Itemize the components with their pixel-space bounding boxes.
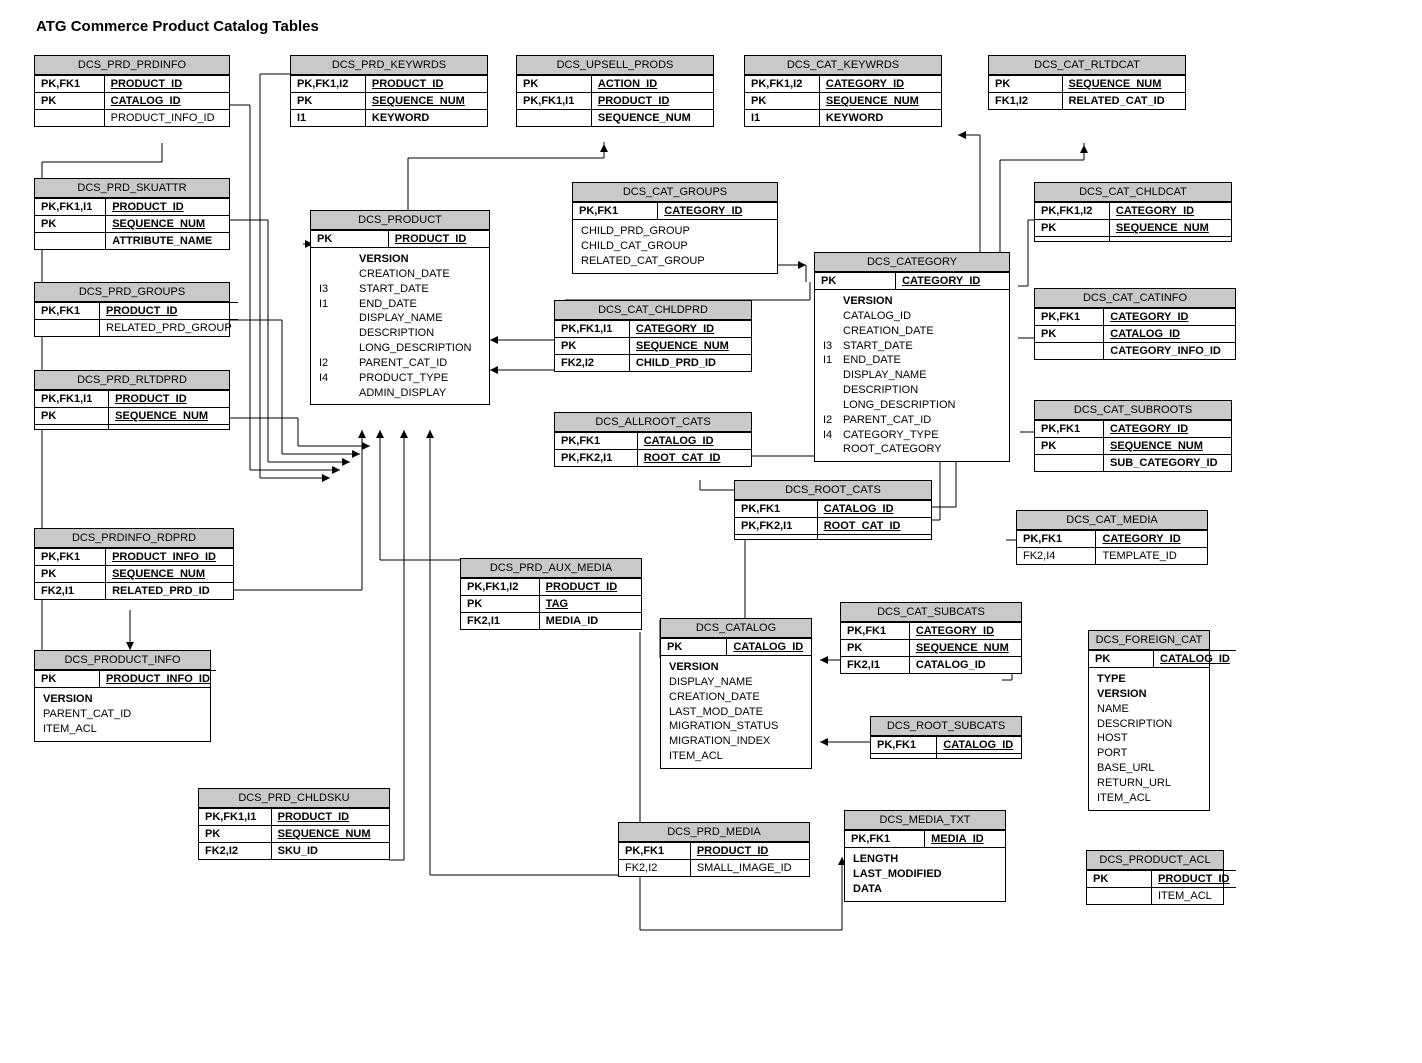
table-prd_groups: DCS_PRD_GROUPSPK,FK1PRODUCT_IDRELATED_PR… — [34, 282, 230, 337]
table-cat_keywrds: DCS_CAT_KEYWRDSPK,FK1,I2CATEGORY_IDPKSEQ… — [744, 55, 942, 127]
table-product_acl: DCS_PRODUCT_ACLPKPRODUCT_IDITEM_ACL — [1086, 850, 1224, 905]
table-foreign_cat: DCS_FOREIGN_CATPKCATALOG_IDTYPEVERSIONNA… — [1088, 630, 1210, 811]
page-title: ATG Commerce Product Catalog Tables — [36, 18, 1386, 35]
table-header: DCS_PRD_CHLDSKU — [199, 789, 389, 808]
table-cat_subcats: DCS_CAT_SUBCATSPK,FK1CATEGORY_IDPKSEQUEN… — [840, 602, 1022, 674]
table-prd_media: DCS_PRD_MEDIAPK,FK1PRODUCT_IDFK2,I2SMALL… — [618, 822, 810, 877]
table-header: DCS_ALLROOT_CATS — [555, 413, 751, 432]
table-cat_subroots: DCS_CAT_SUBROOTSPK,FK1CATEGORY_IDPKSEQUE… — [1034, 400, 1232, 472]
table-dcs_catalog: DCS_CATALOGPKCATALOG_IDVERSIONDISPLAY_NA… — [660, 618, 812, 769]
table-header: DCS_CAT_RLTDCAT — [989, 56, 1185, 75]
table-header: DCS_CATALOG — [661, 619, 811, 638]
table-header: DCS_PRD_PRDINFO — [35, 56, 229, 75]
table-product_info: DCS_PRODUCT_INFOPKPRODUCT_INFO_IDVERSION… — [34, 650, 211, 742]
table-prd_aux_media: DCS_PRD_AUX_MEDIAPK,FK1,I2PRODUCT_IDPKTA… — [460, 558, 642, 630]
table-prdinfo_rdprd: DCS_PRDINFO_RDPRDPK,FK1PRODUCT_INFO_IDPK… — [34, 528, 234, 600]
table-header: DCS_UPSELL_PRODS — [517, 56, 713, 75]
table-header: DCS_CAT_CHLDCAT — [1035, 183, 1231, 202]
table-media_txt: DCS_MEDIA_TXTPK,FK1MEDIA_IDLENGTHLAST_MO… — [844, 810, 1006, 902]
table-dcs_product: DCS_PRODUCTPKPRODUCT_IDVERSIONCREATION_D… — [310, 210, 490, 405]
table-header: DCS_CAT_GROUPS — [573, 183, 777, 202]
table-prd_chldsku: DCS_PRD_CHLDSKUPK,FK1,I1PRODUCT_IDPKSEQU… — [198, 788, 390, 860]
table-header: DCS_CAT_SUBCATS — [841, 603, 1021, 622]
table-header: DCS_CAT_SUBROOTS — [1035, 401, 1231, 420]
table-prd_prdinfo: DCS_PRD_PRDINFOPK,FK1PRODUCT_IDPKCATALOG… — [34, 55, 230, 127]
table-cat_rltdcat: DCS_CAT_RLTDCATPKSEQUENCE_NUMFK1,I2RELAT… — [988, 55, 1186, 110]
table-header: DCS_PRD_SKUATTR — [35, 179, 229, 198]
table-header: DCS_FOREIGN_CAT — [1089, 631, 1209, 650]
table-cat_media: DCS_CAT_MEDIAPK,FK1CATEGORY_IDFK2,I4TEMP… — [1016, 510, 1208, 565]
table-allroot_cats: DCS_ALLROOT_CATSPK,FK1CATALOG_IDPK,FK2,I… — [554, 412, 752, 467]
table-cat_groups: DCS_CAT_GROUPSPK,FK1CATEGORY_IDCHILD_PRD… — [572, 182, 778, 274]
table-header: DCS_CAT_CATINFO — [1035, 289, 1235, 308]
table-header: DCS_ROOT_CATS — [735, 481, 931, 500]
table-upsell_prods: DCS_UPSELL_PRODSPKACTION_IDPK,FK1,I1PROD… — [516, 55, 714, 127]
table-header: DCS_MEDIA_TXT — [845, 811, 1005, 830]
table-cat_chldcat: DCS_CAT_CHLDCATPK,FK1,I2CATEGORY_IDPKSEQ… — [1034, 182, 1232, 242]
table-header: DCS_PRD_AUX_MEDIA — [461, 559, 641, 578]
table-header: DCS_CAT_CHLDPRD — [555, 301, 751, 320]
table-header: DCS_PRD_MEDIA — [619, 823, 809, 842]
table-header: DCS_CAT_KEYWRDS — [745, 56, 941, 75]
table-header: DCS_PRD_GROUPS — [35, 283, 229, 302]
table-cat_catinfo: DCS_CAT_CATINFOPK,FK1CATEGORY_IDPKCATALO… — [1034, 288, 1236, 360]
table-header: DCS_ROOT_SUBCATS — [871, 717, 1021, 736]
table-header: DCS_PRD_RLTDPRD — [35, 371, 229, 390]
table-header: DCS_PRODUCT — [311, 211, 489, 230]
table-root_subcats: DCS_ROOT_SUBCATSPK,FK1CATALOG_ID — [870, 716, 1022, 759]
table-header: DCS_PRODUCT_ACL — [1087, 851, 1223, 870]
table-dcs_category: DCS_CATEGORYPKCATEGORY_IDVERSIONCATALOG_… — [814, 252, 1010, 462]
table-header: DCS_PRD_KEYWRDS — [291, 56, 487, 75]
table-header: DCS_PRODUCT_INFO — [35, 651, 210, 670]
table-header: DCS_CAT_MEDIA — [1017, 511, 1207, 530]
table-prd_skuattr: DCS_PRD_SKUATTRPK,FK1,I1PRODUCT_IDPKSEQU… — [34, 178, 230, 250]
table-prd_rltdprd: DCS_PRD_RLTDPRDPK,FK1,I1PRODUCT_IDPKSEQU… — [34, 370, 230, 430]
table-cat_chldprd: DCS_CAT_CHLDPRDPK,FK1,I1CATEGORY_IDPKSEQ… — [554, 300, 752, 372]
table-header: DCS_CATEGORY — [815, 253, 1009, 272]
table-header: DCS_PRDINFO_RDPRD — [35, 529, 233, 548]
table-prd_keywrds: DCS_PRD_KEYWRDSPK,FK1,I2PRODUCT_IDPKSEQU… — [290, 55, 488, 127]
table-root_cats: DCS_ROOT_CATSPK,FK1CATALOG_IDPK,FK2,I1RO… — [734, 480, 932, 540]
